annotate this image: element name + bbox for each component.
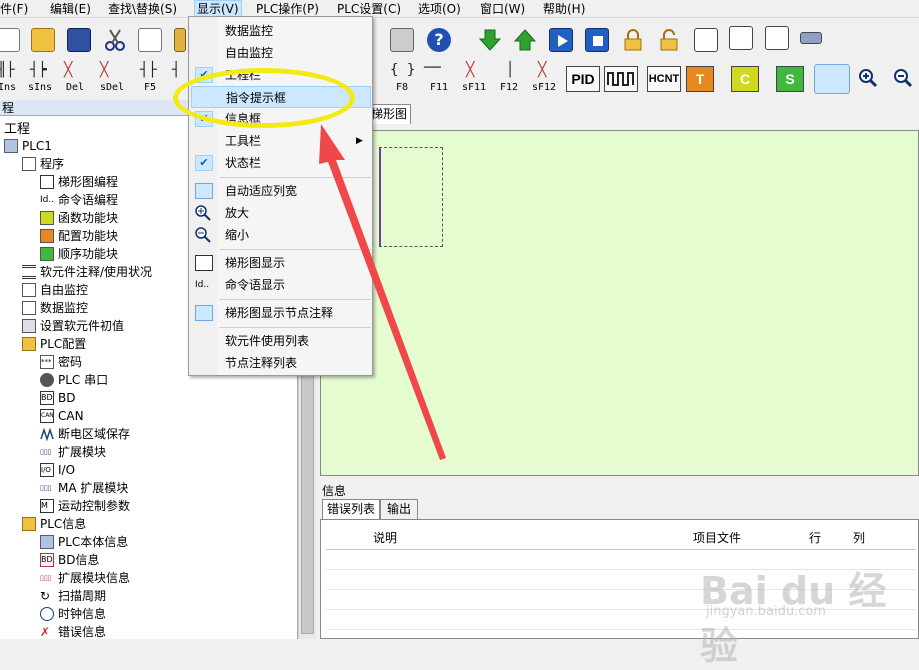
baidu-watermark-url: jingyan.baidu.com	[706, 604, 826, 619]
annotation-arrow-icon	[319, 124, 446, 460]
